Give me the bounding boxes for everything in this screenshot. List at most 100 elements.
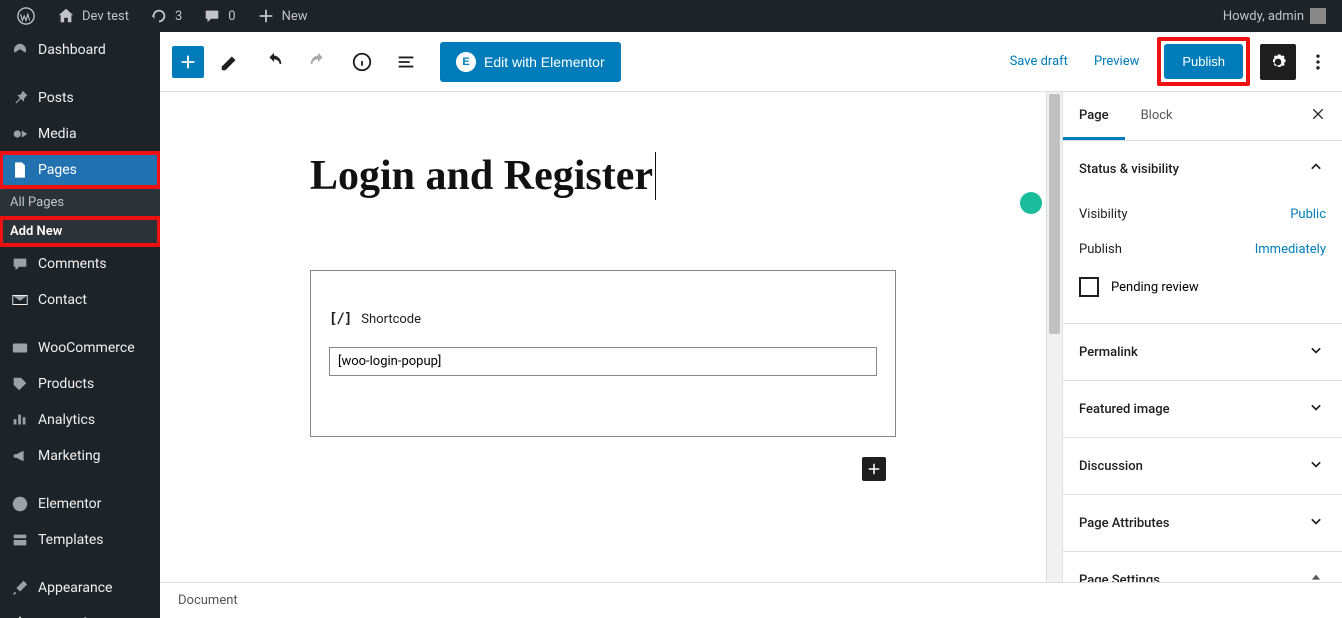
sidebar-item-elementor[interactable]: Elementor [0,486,160,522]
sidebar-item-comments[interactable]: Comments [0,246,160,282]
analytics-icon [10,410,30,430]
shortcode-block[interactable]: [/] Shortcode [310,270,896,437]
pending-review-label: Pending review [1111,280,1199,295]
shortcode-label: Shortcode [361,312,421,327]
close-panel-button[interactable] [1294,92,1342,140]
sidebar-item-woocommerce[interactable]: WooCommerce [0,330,160,366]
chevron-down-icon [1306,340,1326,364]
sidebar-item-contact[interactable]: Contact [0,282,160,318]
shortcode-input[interactable] [329,347,877,376]
panel-permalink[interactable]: Permalink [1063,324,1342,380]
sidebar-label-dashboard: Dashboard [38,42,106,58]
edit-with-elementor-button[interactable]: E Edit with Elementor [440,42,621,82]
chevron-down-icon [1306,511,1326,535]
admin-sidebar: Dashboard Posts Media Pages All Pages Ad… [0,32,160,618]
sidebar-label-posts: Posts [38,90,74,106]
pin-icon [10,88,30,108]
undo-button[interactable] [256,44,292,80]
add-block-inline-button[interactable] [862,457,886,481]
grammarly-icon[interactable] [1020,192,1042,214]
sidebar-sub-all-pages[interactable]: All Pages [0,188,160,217]
visibility-label: Visibility [1079,207,1128,222]
shortcode-icon: [/] [329,311,351,327]
updates-link[interactable]: 3 [141,0,190,32]
wp-logo[interactable] [8,0,44,32]
sidebar-label-comments: Comments [38,256,107,272]
scroll-thumb[interactable] [1049,94,1060,334]
save-draft-button[interactable]: Save draft [1002,48,1076,75]
admin-bar: Dev test 3 0 New Howdy, admin [0,0,1342,32]
sidebar-label-contact: Contact [38,292,87,308]
megaphone-icon [10,446,30,466]
publish-date-value[interactable]: Immediately [1255,242,1326,257]
pending-review-checkbox[interactable] [1079,277,1099,297]
elementor-icon [10,494,30,514]
elementor-badge-icon: E [456,52,476,72]
sidebar-item-products[interactable]: Products [0,366,160,402]
site-name: Dev test [82,9,129,24]
add-block-button[interactable] [172,46,204,78]
panel-page-settings[interactable]: Page Settings [1063,552,1342,582]
settings-toggle-button[interactable] [1260,44,1296,80]
panel-status-visibility[interactable]: Status & visibility [1063,141,1342,197]
new-content-link[interactable]: New [248,0,316,32]
canvas-scrollbar[interactable] [1046,92,1062,582]
edit-mode-button[interactable] [212,44,248,80]
document-breadcrumb[interactable]: Document [160,582,1342,618]
comments-count: 0 [228,9,235,24]
sidebar-label-woocommerce: WooCommerce [38,340,135,356]
chevron-down-icon [1306,397,1326,421]
sidebar-item-marketing[interactable]: Marketing [0,438,160,474]
editor-canvas[interactable]: Login and Register [/] Shortcode [160,92,1046,582]
panel-label-discussion: Discussion [1079,459,1143,474]
more-options-button[interactable] [1306,44,1330,80]
panel-page-attributes[interactable]: Page Attributes [1063,495,1342,551]
panel-label-permalink: Permalink [1079,345,1138,360]
howdy-text: Howdy, admin [1223,9,1304,24]
sidebar-item-woostify[interactable]: Woostify Options [0,606,160,618]
publish-highlight: Publish [1157,37,1250,86]
sidebar-item-appearance[interactable]: Appearance [0,570,160,606]
sidebar-item-analytics[interactable]: Analytics [0,402,160,438]
sidebar-label-appearance: Appearance [38,580,112,596]
comments-link[interactable]: 0 [194,0,243,32]
howdy-link[interactable]: Howdy, admin [1215,0,1334,32]
sidebar-item-media[interactable]: Media [0,116,160,152]
triangle-up-icon [1306,568,1326,582]
page-title-input[interactable]: Login and Register [310,152,656,200]
sidebar-label-pages: Pages [38,162,77,178]
publish-date-label: Publish [1079,242,1122,257]
sidebar-item-templates[interactable]: Templates [0,522,160,558]
sidebar-item-pages[interactable]: Pages [0,152,160,188]
tab-block[interactable]: Block [1125,94,1189,140]
site-name-link[interactable]: Dev test [48,0,137,32]
panel-label-page-settings: Page Settings [1079,573,1160,583]
page-icon [10,160,30,180]
products-icon [10,374,30,394]
sidebar-item-dashboard[interactable]: Dashboard [0,32,160,68]
panel-featured-image[interactable]: Featured image [1063,381,1342,437]
preview-button[interactable]: Preview [1086,48,1147,75]
panel-label-attributes: Page Attributes [1079,516,1169,531]
info-button[interactable] [344,44,380,80]
templates-icon [10,530,30,550]
panel-label-featured: Featured image [1079,402,1170,417]
chevron-up-icon [1306,157,1326,181]
sidebar-sub-add-new[interactable]: Add New [0,217,160,246]
chevron-down-icon [1306,454,1326,478]
panel-discussion[interactable]: Discussion [1063,438,1342,494]
sidebar-label-marketing: Marketing [38,448,101,464]
avatar [1310,8,1326,24]
outline-button[interactable] [388,44,424,80]
visibility-value[interactable]: Public [1290,207,1326,222]
sidebar-label-elementor: Elementor [38,496,101,512]
tab-page[interactable]: Page [1063,94,1125,140]
redo-button[interactable] [300,44,336,80]
sidebar-item-posts[interactable]: Posts [0,80,160,116]
publish-button[interactable]: Publish [1164,44,1243,79]
settings-panel: Page Block Status & visibility Visibilit… [1062,92,1342,582]
sidebar-label-templates: Templates [38,532,104,548]
sidebar-label-products: Products [38,376,94,392]
elementor-btn-label: Edit with Elementor [484,54,605,70]
sidebar-label-media: Media [38,126,77,142]
